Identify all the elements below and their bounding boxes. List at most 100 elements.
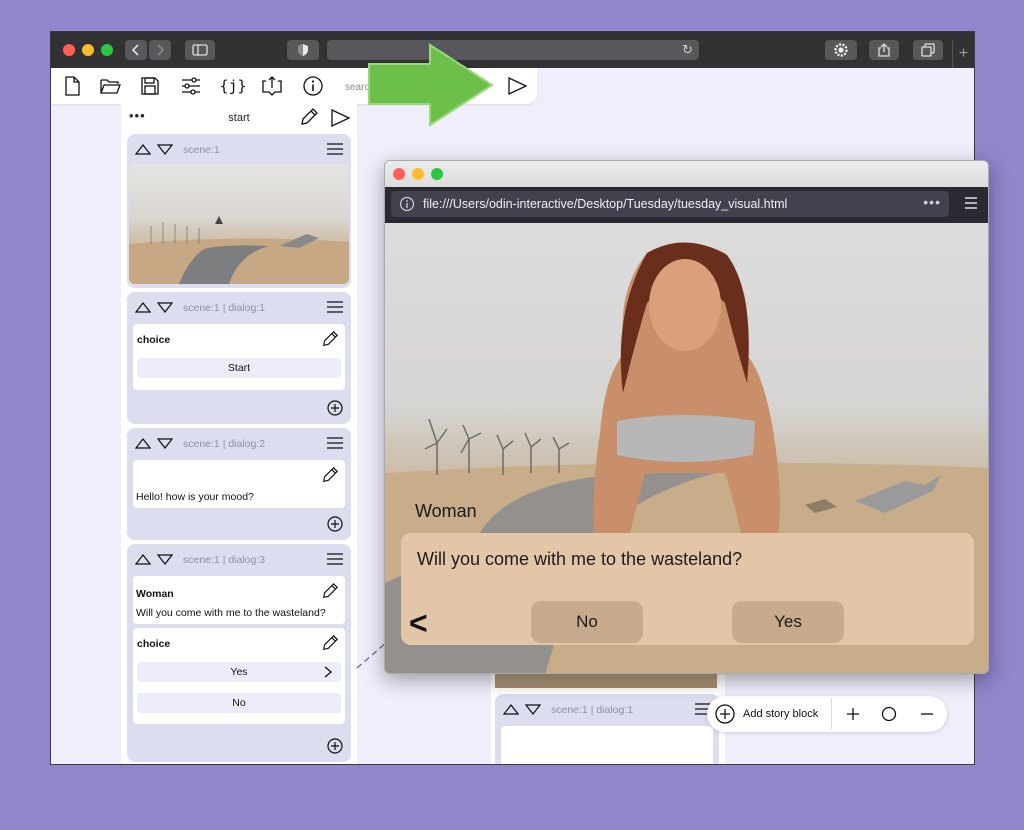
new-tab-button[interactable]: + bbox=[952, 40, 974, 68]
shield-icon bbox=[298, 44, 308, 56]
column-title: start bbox=[228, 112, 250, 124]
move-down-icon[interactable] bbox=[157, 302, 173, 313]
json-icon[interactable]: {j} bbox=[219, 75, 246, 97]
speaker-name: Woman bbox=[136, 588, 174, 600]
block-label: scene:1 | dialog:1 bbox=[183, 302, 266, 314]
extension-button[interactable] bbox=[825, 40, 857, 60]
preview-title-bar bbox=[385, 161, 988, 187]
choice-option-start[interactable]: Start bbox=[137, 358, 341, 378]
block-label: scene:1 | dialog:1 bbox=[551, 704, 634, 716]
zoom-window-button[interactable] bbox=[431, 168, 443, 180]
block-header: scene:1 | dialog:1 bbox=[127, 292, 351, 322]
move-up-icon[interactable] bbox=[135, 438, 151, 449]
dialog-text: Will you come with me to the wasteland? bbox=[136, 607, 326, 619]
add-circle-icon[interactable] bbox=[327, 738, 343, 754]
move-up-icon[interactable] bbox=[135, 144, 151, 155]
dialog-box: Will you come with me to the wasteland? … bbox=[401, 533, 974, 645]
menu-icon[interactable] bbox=[327, 553, 343, 565]
reset-zoom-icon[interactable] bbox=[881, 706, 897, 722]
back-nav-button[interactable] bbox=[125, 40, 147, 60]
close-window-button[interactable] bbox=[393, 168, 405, 180]
dialog-block[interactable]: scene:1 | dialog:3 Woman Will you come w… bbox=[127, 544, 351, 762]
card-title: choice bbox=[137, 638, 171, 650]
menu-icon[interactable] bbox=[327, 301, 343, 313]
reload-icon[interactable]: ↻ bbox=[682, 42, 693, 58]
move-up-icon[interactable] bbox=[503, 704, 519, 715]
forward-nav-button[interactable] bbox=[149, 40, 171, 60]
preview-window: file:///Users/odin-interactive/Desktop/T… bbox=[384, 160, 989, 674]
speaker-name: Woman bbox=[415, 501, 477, 521]
dialog-block[interactable]: scene:1 | dialog:1 choice Start bbox=[127, 292, 351, 424]
dialog-block[interactable]: scene:1 | dialog:1 bbox=[495, 694, 719, 764]
play-icon[interactable] bbox=[329, 108, 351, 128]
speaker-card: Woman Will you come with me to the waste… bbox=[133, 576, 345, 624]
svg-text:{j}: {j} bbox=[220, 77, 246, 95]
save-icon[interactable] bbox=[139, 75, 161, 97]
share-icon bbox=[878, 43, 890, 57]
export-icon[interactable] bbox=[261, 75, 283, 97]
more-options-icon[interactable]: ••• bbox=[923, 194, 941, 210]
pencil-icon[interactable] bbox=[321, 634, 339, 652]
scene-block[interactable]: scene:1 bbox=[127, 134, 351, 288]
sidebar-toggle-button[interactable] bbox=[185, 40, 215, 60]
canvas-toolbar: Add story block bbox=[707, 696, 947, 732]
add-circle-icon[interactable] bbox=[327, 400, 343, 416]
zoom-window-button[interactable] bbox=[101, 44, 113, 56]
choice-card: choice Start bbox=[133, 324, 345, 390]
scene-image bbox=[129, 164, 349, 284]
add-story-block-button[interactable]: Add story block bbox=[743, 708, 818, 720]
move-up-icon[interactable] bbox=[135, 302, 151, 313]
block-label: scene:1 bbox=[183, 144, 220, 156]
tab-overview-button[interactable] bbox=[913, 40, 943, 60]
chevron-right-icon bbox=[157, 44, 165, 56]
share-button[interactable] bbox=[869, 40, 899, 60]
add-story-block-icon[interactable] bbox=[715, 704, 735, 724]
play-icon[interactable] bbox=[505, 76, 529, 96]
privacy-report-button[interactable] bbox=[287, 40, 319, 60]
card-title: choice bbox=[137, 334, 171, 346]
move-down-icon[interactable] bbox=[157, 554, 173, 565]
story-column: ••• start scene:1 scene:1 | dialog:1 cho… bbox=[121, 104, 357, 764]
minimize-window-button[interactable] bbox=[82, 44, 94, 56]
add-circle-icon[interactable] bbox=[327, 516, 343, 532]
new-file-icon[interactable] bbox=[61, 75, 83, 97]
gear-icon bbox=[834, 43, 848, 57]
pencil-icon[interactable] bbox=[321, 330, 339, 348]
text-card bbox=[501, 726, 713, 764]
move-down-icon[interactable] bbox=[157, 144, 173, 155]
safari-title-bar: ↻ + bbox=[51, 32, 974, 68]
pencil-icon[interactable] bbox=[299, 107, 319, 127]
option-yes-button[interactable]: Yes bbox=[732, 601, 844, 643]
open-folder-icon[interactable] bbox=[99, 75, 121, 97]
sidebar-icon bbox=[192, 44, 208, 56]
dialog-block[interactable]: scene:1 | dialog:2 Hello! how is your mo… bbox=[127, 428, 351, 540]
move-up-icon[interactable] bbox=[135, 554, 151, 565]
menu-icon[interactable] bbox=[964, 196, 978, 210]
chevron-right-icon[interactable] bbox=[323, 666, 333, 678]
choice-option-yes[interactable]: Yes bbox=[137, 662, 341, 682]
pencil-icon[interactable] bbox=[321, 466, 339, 484]
choice-option-no[interactable]: No bbox=[137, 693, 341, 713]
block-label: scene:1 | dialog:2 bbox=[183, 438, 266, 450]
chevron-left-icon bbox=[131, 44, 139, 56]
minimize-window-button[interactable] bbox=[412, 168, 424, 180]
back-button[interactable]: < bbox=[409, 605, 428, 642]
info-icon[interactable] bbox=[302, 75, 324, 97]
choice-card: choice Yes No bbox=[133, 628, 345, 724]
preview-toolbar: file:///Users/odin-interactive/Desktop/T… bbox=[385, 187, 988, 223]
preview-address-bar[interactable]: file:///Users/odin-interactive/Desktop/T… bbox=[391, 191, 949, 217]
settings-sliders-icon[interactable] bbox=[180, 75, 202, 97]
dialog-text: Hello! how is your mood? bbox=[136, 491, 254, 503]
move-down-icon[interactable] bbox=[525, 704, 541, 715]
menu-icon[interactable] bbox=[327, 143, 343, 155]
option-no-button[interactable]: No bbox=[531, 601, 643, 643]
pencil-icon[interactable] bbox=[321, 582, 339, 600]
move-down-icon[interactable] bbox=[157, 438, 173, 449]
toolbar-divider bbox=[831, 698, 832, 730]
menu-icon[interactable] bbox=[327, 437, 343, 449]
zoom-in-icon[interactable] bbox=[845, 706, 861, 722]
choice-option-label: Yes bbox=[230, 666, 248, 678]
zoom-out-icon[interactable] bbox=[919, 706, 935, 722]
close-window-button[interactable] bbox=[63, 44, 75, 56]
info-icon[interactable] bbox=[399, 196, 415, 212]
